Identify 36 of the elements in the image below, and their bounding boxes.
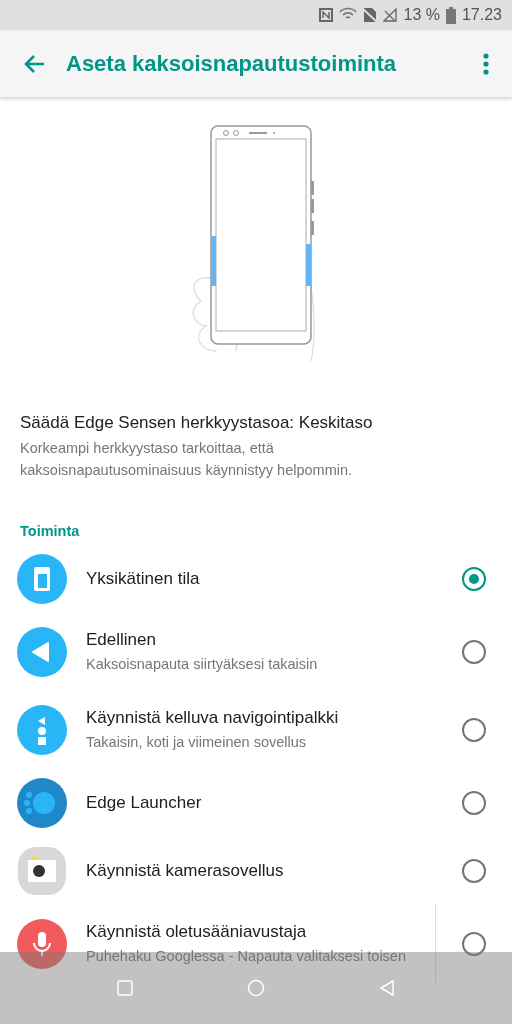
triangle-icon (378, 979, 395, 997)
no-sim-icon (363, 7, 378, 23)
action-title[interactable]: Edge Launcher (86, 793, 412, 813)
action-title[interactable]: Yksikätinen tila (86, 569, 412, 589)
sensitivity-title: Säädä Edge Sensen herkkyystasoa: Keskitaso (20, 413, 374, 433)
back-arrow-icon (23, 53, 45, 74)
square-icon (117, 980, 134, 996)
battery-percentage: 13 % (403, 6, 440, 24)
nfc-icon (319, 8, 334, 22)
radio-button[interactable] (462, 640, 486, 664)
action-title[interactable]: Käynnistä kelluva navigointipalkki (86, 708, 412, 728)
section-header: Toiminta (19, 522, 81, 541)
sensitivity-description: Korkeampi herkkyystaso tarkoittaa, että kaksoisnapautusominaisuus käynnistyy helpommin. (20, 439, 354, 480)
microphone-icon (17, 919, 67, 969)
action-subtitle: Kaksoisnapauta siirtyäksesi takaisin (86, 655, 319, 674)
radio-button[interactable] (462, 932, 486, 956)
navigation-icon (17, 705, 67, 755)
radio-button[interactable] (462, 567, 486, 591)
clock: 17.23 (461, 6, 502, 24)
more-icon (483, 52, 489, 75)
camera-icon (17, 846, 67, 896)
action-subtitle: Puhehaku Googlessa - Napauta valitaksesi toisen (86, 947, 407, 966)
signal-icon (383, 8, 398, 22)
action-subtitle: Takaisin, koti ja viimeinen sovellus (86, 733, 307, 752)
sensitivity-setting[interactable]: Säädä Edge Sensen herkkyystasoa: Keskitaso Korkeampi herkkyystaso tarkoittaa, että kaksoisnapautusominaisuus käynnistyy helpommin. (0, 373, 512, 481)
toolbar-title: Aseta kaksoisnapautustoiminta (66, 50, 398, 77)
action-title[interactable]: Käynnistä kamerasovellus (86, 861, 412, 881)
radio-button[interactable] (462, 859, 486, 883)
radio-button[interactable] (462, 791, 486, 815)
battery-icon (445, 6, 456, 24)
phone-icon (17, 554, 67, 604)
action-title[interactable]: Käynnistä oletusääniavustaja (86, 922, 411, 942)
action-title[interactable]: Edellinen (86, 630, 412, 650)
launcher-icon (17, 778, 67, 828)
circle-icon (247, 979, 265, 997)
radio-button[interactable] (462, 718, 486, 742)
